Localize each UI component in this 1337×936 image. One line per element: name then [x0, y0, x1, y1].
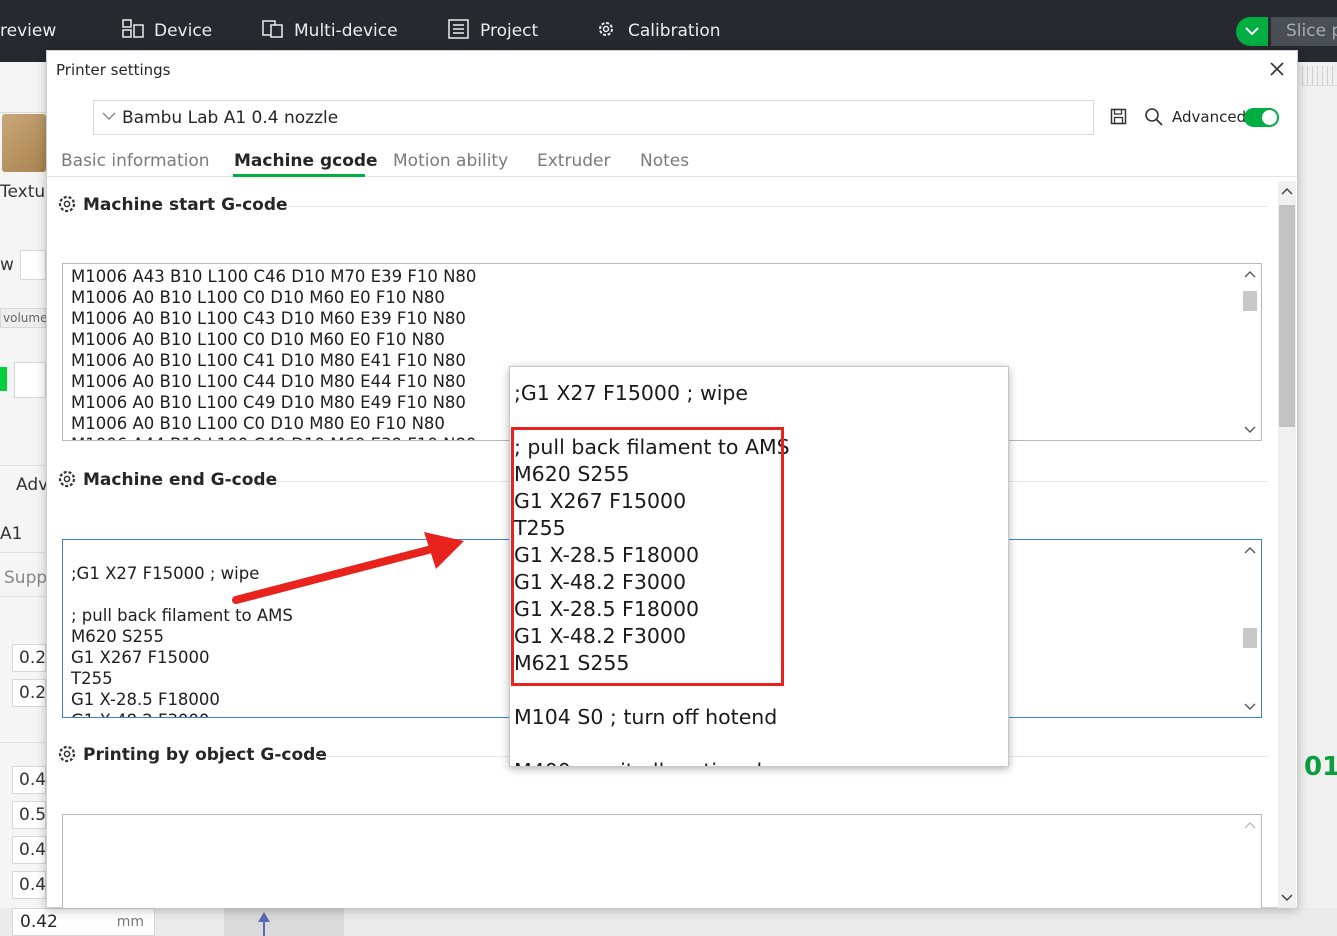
tab-preview-label: review — [0, 21, 57, 41]
value-field[interactable]: 0.42 — [12, 766, 57, 794]
arrow-up-icon — [258, 912, 270, 936]
value-text: 0.5 — [19, 805, 47, 825]
editor-scrollbar[interactable] — [1239, 815, 1261, 908]
start-gcode-text: M1006 A43 B10 L100 C46 D10 M70 E39 F10 N… — [71, 267, 477, 440]
value-text: 0.2 — [19, 648, 47, 668]
slice-button[interactable]: Slice p — [1271, 17, 1337, 46]
volume-field: volume — [0, 308, 48, 328]
chevron-down-icon[interactable] — [1244, 703, 1256, 711]
divider — [0, 596, 46, 597]
value-field[interactable]: 0.5 — [12, 801, 46, 829]
tab-motion-ability[interactable]: Motion ability — [393, 151, 508, 171]
project-icon — [448, 19, 469, 39]
editor-scrollbar[interactable] — [1239, 264, 1261, 440]
section-title-text: Machine end G-code — [83, 470, 278, 490]
scrollbar-thumb[interactable] — [1279, 205, 1295, 427]
preset-value: Bambu Lab A1 0.4 nozzle — [122, 108, 339, 128]
adv-label: Adv — [16, 475, 49, 495]
slider-block — [224, 908, 344, 936]
filament-color-swatch[interactable] — [0, 367, 7, 391]
tab-basic-information[interactable]: Basic information — [61, 151, 210, 171]
advanced-toggle[interactable] — [1244, 108, 1279, 127]
chevron-up-icon[interactable] — [1281, 187, 1293, 195]
device-icon — [122, 19, 144, 38]
background-bottom-bar: 0.42 mm — [0, 908, 1337, 936]
value-field[interactable]: 0.2 — [12, 644, 46, 672]
section-title-text: Printing by object G-code — [83, 745, 327, 765]
chevron-up-icon[interactable] — [1244, 821, 1256, 829]
plate-texture-thumbnail — [2, 114, 46, 172]
machine-end-gcode-title: Machine end G-code — [57, 469, 277, 490]
gear-icon — [58, 470, 76, 488]
section-divider — [282, 206, 1267, 207]
tab-notes[interactable]: Notes — [640, 151, 689, 171]
printer-preset-select[interactable]: Bambu Lab A1 0.4 nozzle — [93, 100, 1094, 135]
filament-dropdown[interactable] — [14, 362, 46, 398]
chevron-down-icon — [1245, 27, 1259, 36]
advanced-label: Advanced — [1172, 108, 1247, 126]
end-gcode-text: ;G1 X27 F15000 ; wipe ; pull back filame… — [71, 564, 293, 717]
support-label: Supp — [4, 568, 48, 588]
value-field[interactable]: 0.2 — [12, 679, 46, 707]
w-label: w — [0, 255, 14, 275]
a1-label: A1 — [0, 524, 23, 544]
ruler — [1302, 66, 1337, 86]
section-title-text: Machine start G-code — [83, 195, 288, 215]
close-icon[interactable] — [1267, 59, 1287, 79]
divider — [0, 465, 46, 466]
volume-label: volume — [3, 311, 48, 325]
settings-tabs: Basic information Machine gcode Motion a… — [47, 147, 1297, 177]
scrollbar-thumb[interactable] — [1243, 628, 1257, 648]
tab-project-label: Project — [480, 21, 539, 41]
gear-icon — [58, 195, 76, 213]
search-icon[interactable] — [1144, 107, 1164, 127]
multi-device-icon — [262, 20, 283, 38]
tab-calibration-label: Calibration — [628, 21, 721, 41]
scrollbar-thumb[interactable] — [1243, 291, 1257, 311]
tab-device-label: Device — [154, 21, 213, 41]
value-field[interactable]: 0.42 — [12, 871, 57, 899]
chevron-down-icon[interactable] — [1244, 426, 1256, 434]
layer-height-unit: mm — [116, 914, 144, 930]
dialog-title: Printer settings — [56, 61, 171, 79]
save-icon[interactable] — [1110, 108, 1127, 125]
layer-height-value: 0.42 — [20, 912, 58, 932]
background-left-panel: Textu w volume Adv A1 Supp 0.2 0.2 0.42 … — [0, 62, 57, 936]
chevron-down-icon — [102, 112, 116, 120]
layer-number: 01 — [1304, 752, 1337, 782]
dropdown-box[interactable] — [20, 250, 46, 280]
active-tab-indicator — [233, 174, 365, 177]
calibration-gear-icon — [599, 22, 613, 36]
tab-machine-gcode[interactable]: Machine gcode — [234, 151, 378, 171]
value-field[interactable]: 0.42 — [12, 836, 57, 864]
layer-height-field[interactable]: 0.42 mm — [12, 908, 155, 936]
divider — [0, 112, 46, 113]
tab-extruder[interactable]: Extruder — [537, 151, 610, 171]
highlight-box — [511, 427, 784, 686]
dialog-scrollbar[interactable] — [1278, 181, 1296, 908]
printing-by-object-gcode-editor[interactable] — [62, 814, 1262, 908]
chevron-down-icon[interactable] — [1281, 894, 1293, 902]
texture-label: Textu — [0, 182, 46, 202]
editor-scrollbar[interactable] — [1239, 540, 1261, 717]
machine-start-gcode-title: Machine start G-code — [57, 194, 288, 215]
tab-multi-device-label: Multi-device — [294, 21, 398, 41]
chevron-up-icon[interactable] — [1244, 270, 1256, 278]
printing-by-object-gcode-title: Printing by object G-code — [57, 744, 327, 765]
divider — [0, 552, 46, 553]
slice-dropdown-button[interactable] — [1236, 17, 1268, 46]
chevron-up-icon[interactable] — [1244, 546, 1256, 554]
toggle-knob — [1262, 110, 1277, 125]
gear-icon — [58, 745, 76, 763]
divider — [0, 742, 46, 743]
value-text: 0.2 — [19, 683, 47, 703]
